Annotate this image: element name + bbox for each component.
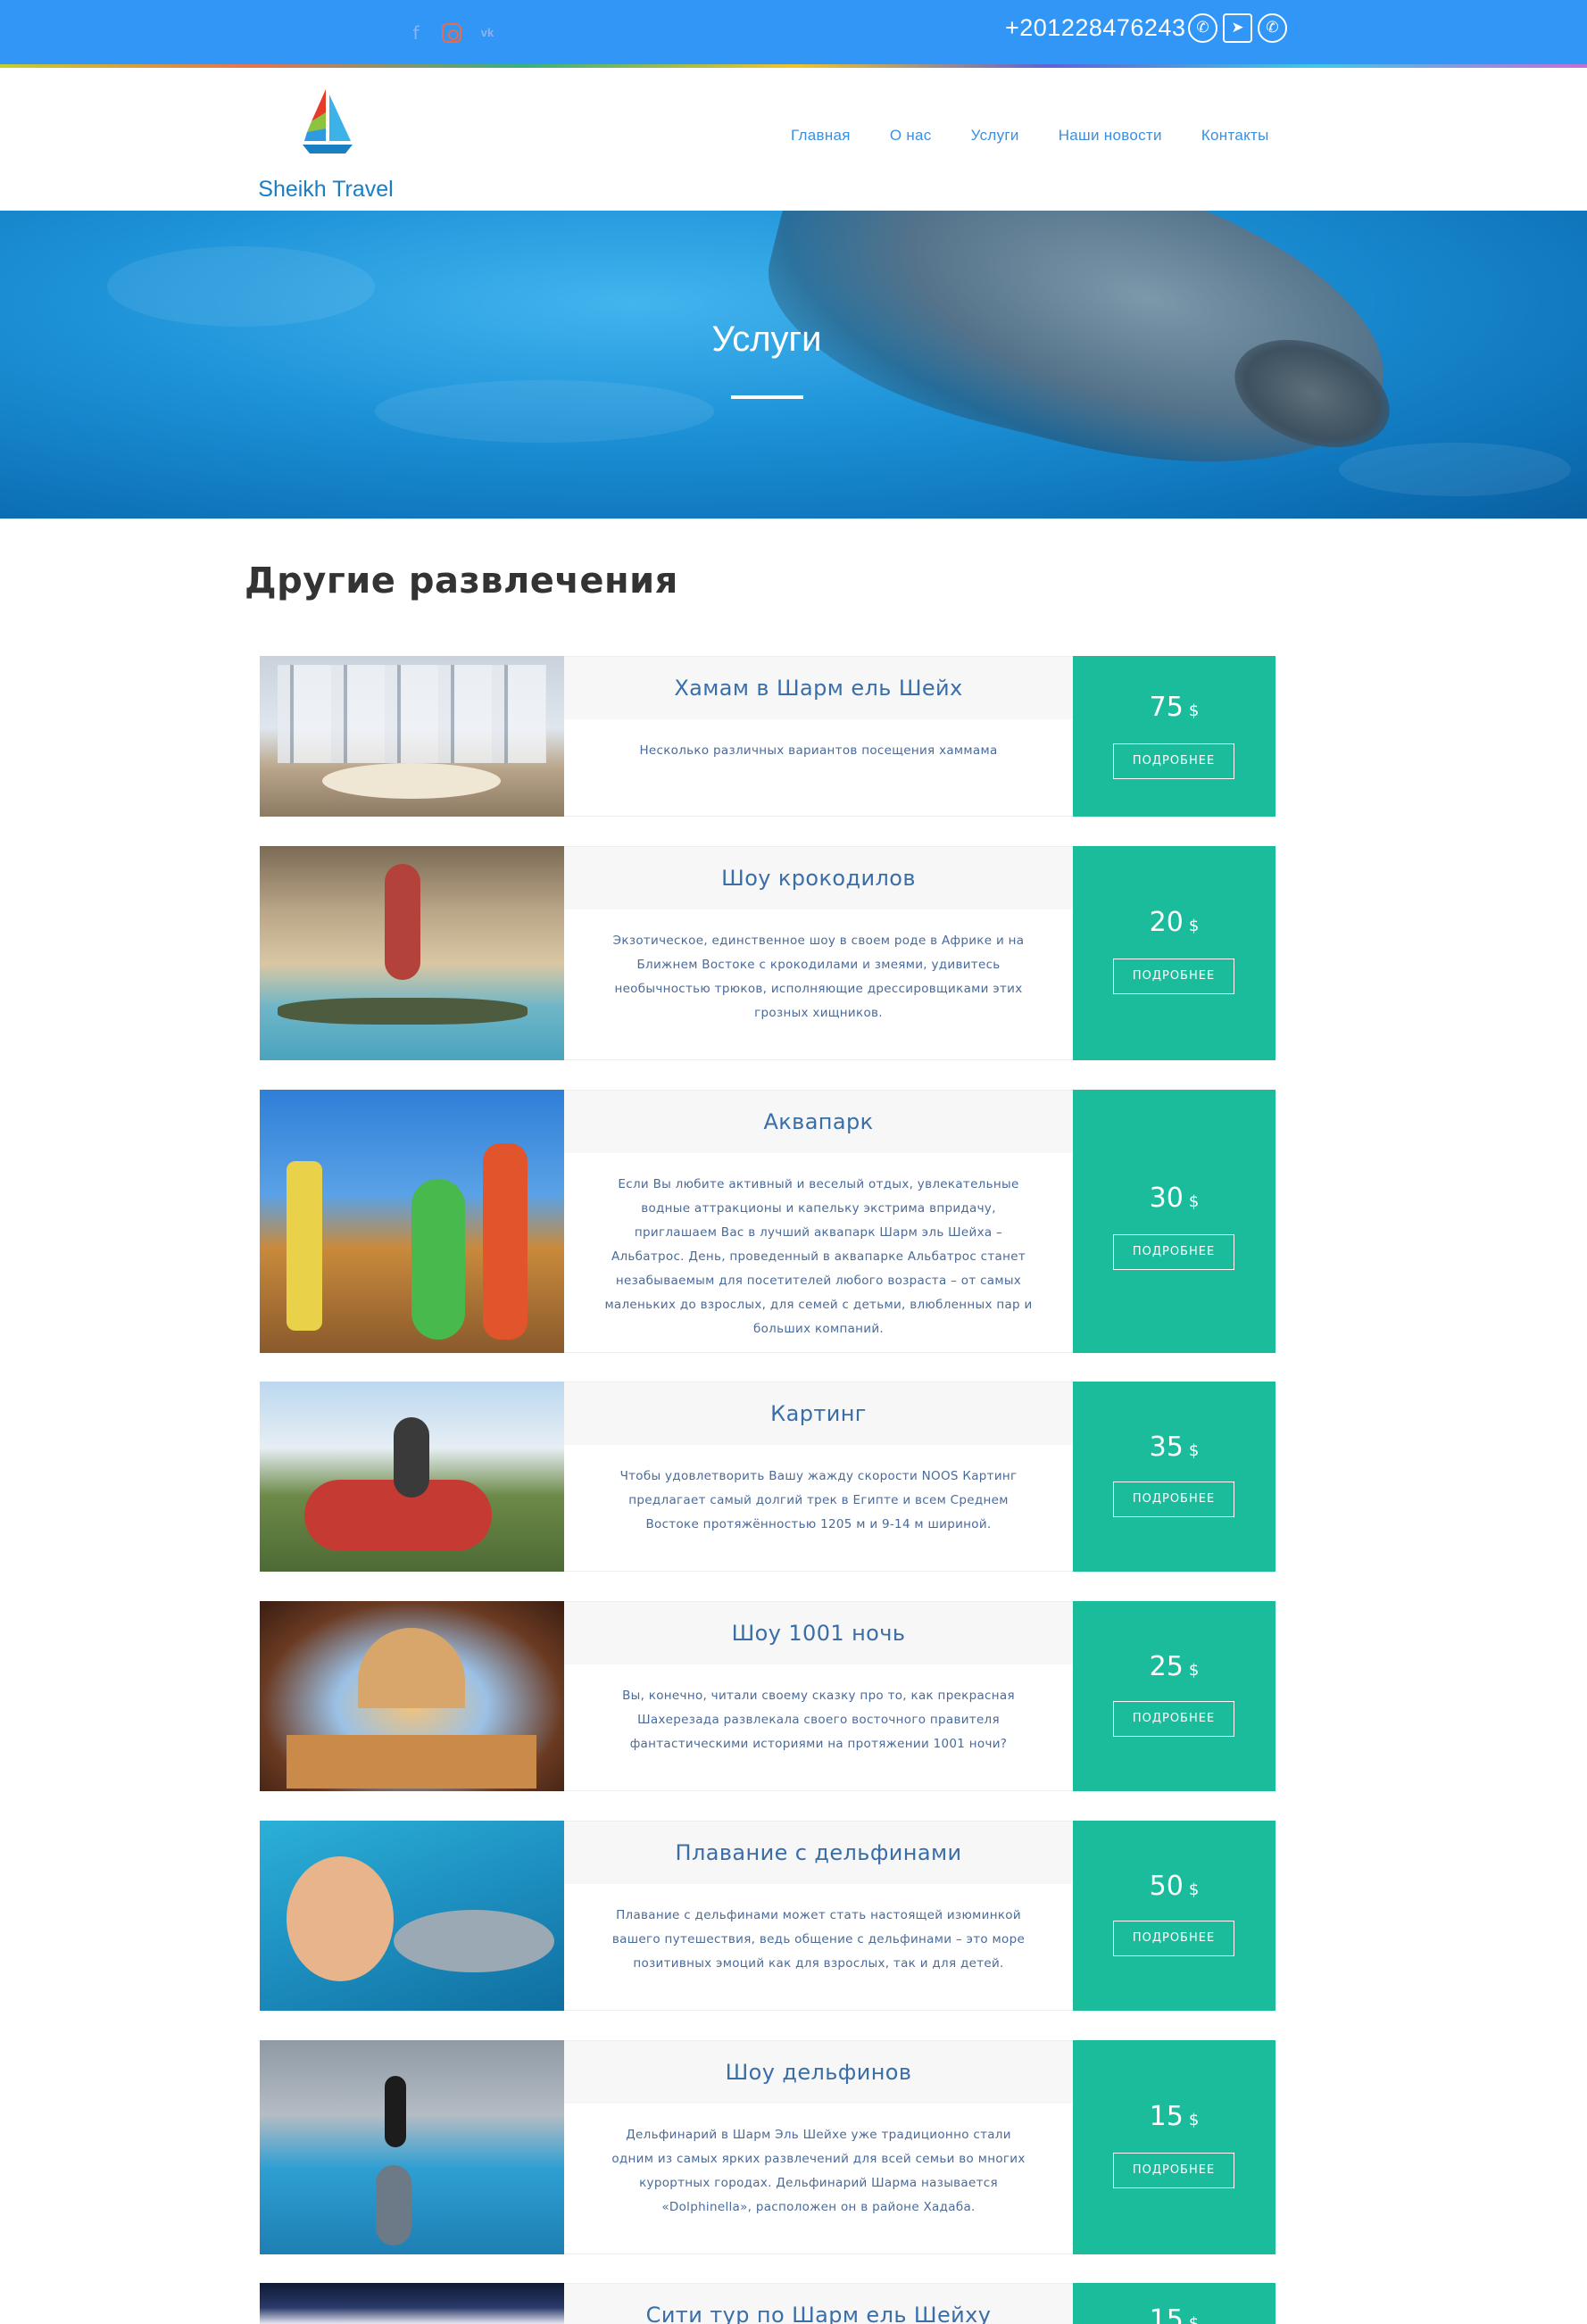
facebook-icon[interactable]: f — [406, 21, 426, 45]
logo-text: Sheikh Travel — [258, 177, 394, 202]
social-links: f vk — [406, 21, 497, 45]
service-description: Дельфинарий в Шарм Эль Шейхе уже традици… — [611, 2128, 1026, 2214]
service-image[interactable] — [260, 2283, 564, 2324]
price: 50 $ — [1149, 1871, 1200, 1902]
details-button[interactable]: ПОДРОБНЕЕ — [1113, 1234, 1234, 1270]
nav-about[interactable]: О нас — [890, 127, 932, 145]
vk-icon[interactable]: vk — [478, 21, 497, 45]
instagram-icon[interactable] — [442, 23, 461, 43]
price-box: 35 $ ПОДРОБНЕЕ — [1073, 1382, 1275, 1572]
price: 30 $ — [1149, 1183, 1200, 1214]
nav-home[interactable]: Главная — [791, 127, 851, 145]
service-image[interactable] — [260, 1821, 564, 2011]
hero-banner: Услуги — [0, 211, 1587, 519]
service-card: Шоу 1001 ночь Вы, конечно, читали своему… — [260, 1601, 1275, 1791]
site-header: Sheikh Travel Главная О нас Услуги Наши … — [0, 68, 1587, 211]
service-title[interactable]: Аквапарк — [564, 1091, 1073, 1153]
messenger-links: ✆ ➤ ✆ — [1188, 13, 1287, 43]
viber-icon[interactable]: ✆ — [1188, 13, 1217, 43]
price-box: 75 $ ПОДРОБНЕЕ — [1073, 656, 1275, 817]
nav-services[interactable]: Услуги — [971, 127, 1019, 145]
service-description: Если Вы любите активный и веселый отдых,… — [604, 1177, 1033, 1336]
price-box: 20 $ ПОДРОБНЕЕ — [1073, 846, 1275, 1060]
service-title[interactable]: Сити тур по Шарм ель Шейху — [564, 2284, 1073, 2324]
service-image[interactable] — [260, 2040, 564, 2254]
price: 20 $ — [1149, 907, 1200, 938]
phone-number[interactable]: +201228476243 — [1005, 14, 1185, 42]
price: 75 $ — [1149, 692, 1200, 723]
service-card: Картинг Чтобы удовлетворить Вашу жажду с… — [260, 1382, 1275, 1572]
service-card: Аквапарк Если Вы любите активный и весел… — [260, 1090, 1275, 1353]
price-box: 25 $ ПОДРОБНЕЕ — [1073, 1601, 1275, 1791]
price: 15 $ — [1149, 2101, 1200, 2132]
title-underline — [731, 395, 803, 399]
price: 25 $ — [1149, 1651, 1200, 1682]
sailboat-icon — [303, 89, 353, 154]
price-box: 15 $ — [1073, 2283, 1275, 2324]
service-title[interactable]: Шоу дельфинов — [564, 2041, 1073, 2104]
details-button[interactable]: ПОДРОБНЕЕ — [1113, 743, 1234, 779]
service-image[interactable] — [260, 1382, 564, 1572]
service-image[interactable] — [260, 846, 564, 1060]
service-title[interactable]: Шоу 1001 ночь — [564, 1602, 1073, 1664]
service-title[interactable]: Шоу крокодилов — [564, 847, 1073, 909]
service-title[interactable]: Картинг — [564, 1382, 1073, 1445]
service-description: Несколько различных вариантов посещения … — [639, 743, 998, 758]
service-title[interactable]: Хамам в Шарм ель Шейх — [564, 657, 1073, 719]
price-box: 15 $ ПОДРОБНЕЕ — [1073, 2040, 1275, 2254]
service-image[interactable] — [260, 1090, 564, 1353]
service-description: Вы, конечно, читали своему сказку про то… — [622, 1689, 1015, 1751]
price: 15 $ — [1149, 2304, 1200, 2324]
service-description: Экзотическое, единственное шоу в своем р… — [612, 934, 1025, 1020]
service-card: Шоу крокодилов Экзотическое, единственно… — [260, 846, 1275, 1060]
service-image[interactable] — [260, 656, 564, 817]
price-box: 30 $ ПОДРОБНЕЕ — [1073, 1090, 1275, 1353]
service-title[interactable]: Плавание с дельфинами — [564, 1822, 1073, 1884]
service-card: Плавание с дельфинами Плавание с дельфин… — [260, 1821, 1275, 2011]
service-description: Чтобы удовлетворить Вашу жажду скорости … — [619, 1469, 1018, 1531]
whatsapp-icon[interactable]: ✆ — [1258, 13, 1287, 43]
details-button[interactable]: ПОДРОБНЕЕ — [1113, 2153, 1234, 2188]
service-image[interactable] — [260, 1601, 564, 1791]
details-button[interactable]: ПОДРОБНЕЕ — [1113, 1701, 1234, 1737]
service-description: Плавание с дельфинами может стать настоя… — [611, 1908, 1026, 1971]
details-button[interactable]: ПОДРОБНЕЕ — [1113, 1482, 1234, 1517]
logo[interactable]: Sheikh Travel — [254, 86, 397, 202]
service-card: Шоу дельфинов Дельфинарий в Шарм Эль Шей… — [260, 2040, 1275, 2254]
service-card: Сити тур по Шарм ель Шейху 15 $ — [260, 2283, 1275, 2324]
details-button[interactable]: ПОДРОБНЕЕ — [1113, 1921, 1234, 1956]
page-title: Услуги — [711, 320, 822, 359]
details-button[interactable]: ПОДРОБНЕЕ — [1113, 959, 1234, 994]
service-card: Хамам в Шарм ель Шейх Несколько различны… — [260, 656, 1275, 817]
nav-contacts[interactable]: Контакты — [1201, 127, 1269, 145]
nav-news[interactable]: Наши новости — [1059, 127, 1162, 145]
top-bar: f vk +201228476243 ✆ ➤ ✆ — [0, 0, 1587, 68]
main-nav: Главная О нас Услуги Наши новости Контак… — [791, 127, 1269, 145]
price-box: 50 $ ПОДРОБНЕЕ — [1073, 1821, 1275, 2011]
telegram-icon[interactable]: ➤ — [1223, 13, 1252, 43]
price: 35 $ — [1149, 1432, 1200, 1463]
section-title: Другие развлечения — [245, 560, 678, 602]
